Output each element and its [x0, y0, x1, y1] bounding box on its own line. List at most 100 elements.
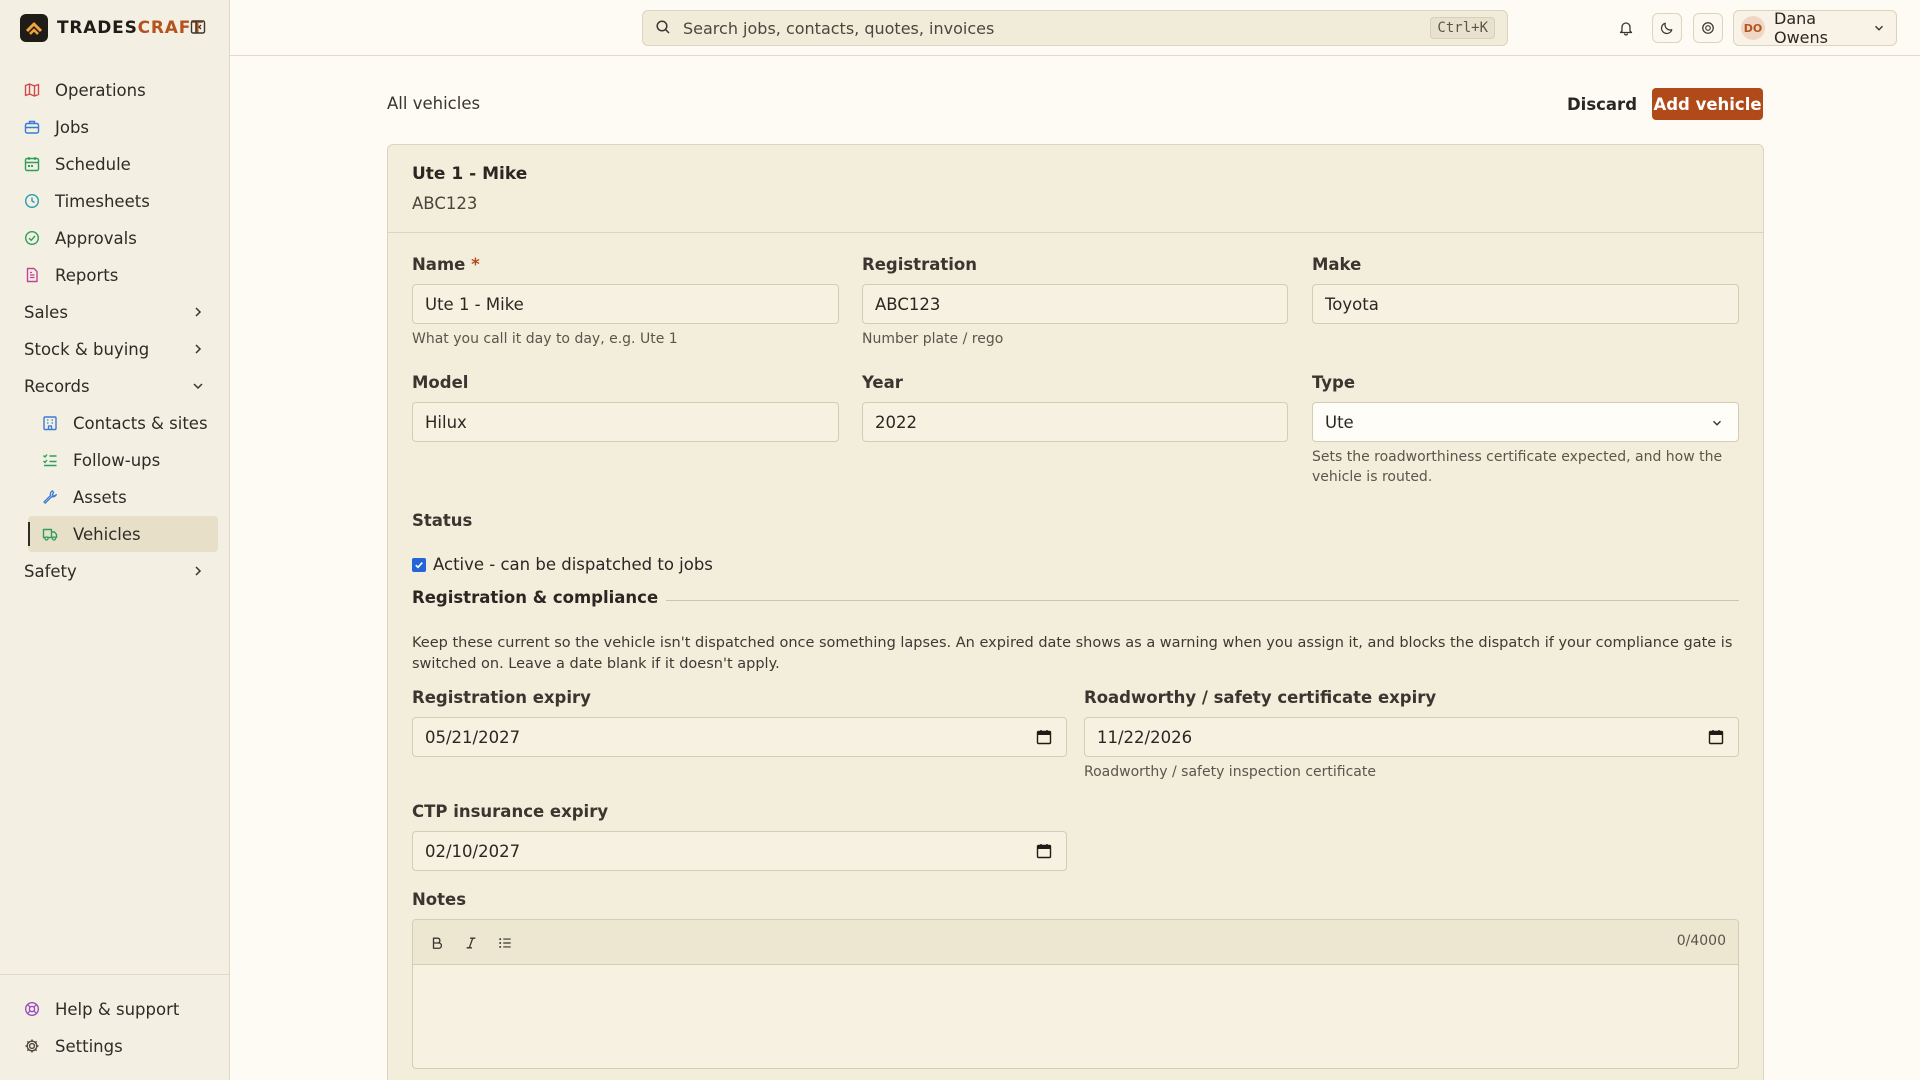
compliance-section-title: Registration & compliance [412, 588, 667, 607]
sidebar-group-records[interactable]: Records [12, 368, 218, 404]
card-header: Ute 1 - Mike ABC123 [388, 145, 1763, 233]
vehicle-subtitle: ABC123 [412, 194, 478, 213]
help-support-link[interactable]: Help & support [12, 991, 218, 1027]
life-buoy-icon [22, 999, 42, 1019]
search-icon [655, 19, 673, 37]
search-input[interactable] [683, 18, 1431, 38]
type-hint: Sets the roadworthiness certificate expe… [1312, 449, 1723, 485]
notes-char-counter: 0/4000 [1676, 933, 1726, 949]
check-circle-icon [22, 228, 42, 248]
sidebar-item-label: Contacts & sites [73, 413, 208, 433]
ctp-expiry-field[interactable]: 02/10/2027 [412, 831, 1067, 871]
chevron-down-icon [190, 378, 206, 394]
search-shortcut-badge: Ctrl+K [1430, 17, 1495, 39]
ctp-expiry-value: 02/10/2027 [425, 841, 521, 861]
clock-icon [22, 191, 42, 211]
registration-label: Registration [862, 255, 977, 274]
sidebar-item-label: Reports [55, 265, 119, 285]
map-icon [22, 80, 42, 100]
rego-expiry-label: Registration expiry [412, 688, 591, 707]
sidebar-item-timesheets[interactable]: Timesheets [12, 183, 218, 219]
type-select-value: Ute [1325, 412, 1354, 432]
calendar-icon[interactable] [1036, 729, 1054, 747]
list-checks-icon [40, 450, 60, 470]
rego-expiry-value: 05/21/2027 [425, 727, 521, 747]
roadworthy-expiry-hint: Roadworthy / safety inspection certifica… [1084, 764, 1376, 780]
truck-icon [40, 524, 60, 544]
breadcrumb[interactable]: All vehicles [387, 94, 480, 113]
sidebar-group-safety[interactable]: Safety [12, 553, 218, 589]
sidebar-item-vehicles[interactable]: Vehicles [28, 516, 218, 552]
active-checkbox-row[interactable]: Active - can be dispatched to jobs [412, 555, 713, 574]
sidebar-item-contacts-sites[interactable]: Contacts & sites [28, 405, 218, 441]
sidebar-item-label: Approvals [55, 228, 137, 248]
gear-icon [22, 1036, 42, 1056]
file-icon [22, 265, 42, 285]
registration-field[interactable]: ABC123 [862, 284, 1288, 324]
sidebar: TRADESCRAFT Operations Jobs Schedule Tim… [0, 0, 230, 1080]
global-search[interactable]: Ctrl+K [642, 10, 1508, 46]
sidebar-item-follow-ups[interactable]: Follow-ups [28, 442, 218, 478]
status-label: Status [412, 511, 473, 530]
vehicle-title: Ute 1 - Mike [412, 164, 528, 184]
sidebar-group-stock[interactable]: Stock & buying [12, 331, 218, 367]
chevron-right-icon [190, 341, 206, 357]
user-menu[interactable]: DO Dana Owens [1733, 9, 1897, 47]
make-field[interactable]: Toyota [1312, 284, 1739, 324]
name-field[interactable]: Ute 1 - Mike [412, 284, 839, 324]
sidebar-group-label: Safety [24, 561, 77, 581]
sidebar-item-jobs[interactable]: Jobs [12, 109, 218, 145]
italic-icon[interactable] [461, 933, 481, 953]
required-mark: * [471, 255, 480, 274]
bullet-list-icon[interactable] [495, 933, 515, 953]
sidebar-group-label: Stock & buying [24, 339, 150, 359]
discard-button[interactable]: Discard [1562, 90, 1642, 118]
chevron-down-icon [1872, 21, 1886, 35]
theme-toggle-button[interactable] [1652, 13, 1682, 43]
active-checkbox-label: Active - can be dispatched to jobs [433, 555, 713, 574]
add-vehicle-button[interactable]: Add vehicle [1652, 88, 1763, 120]
sidebar-item-label: Schedule [55, 154, 131, 174]
sidebar-item-operations[interactable]: Operations [12, 72, 218, 108]
notes-label: Notes [412, 890, 467, 909]
contrast-toggle-button[interactable] [1693, 13, 1723, 43]
active-checkbox[interactable] [412, 557, 426, 572]
bell-icon [1618, 20, 1634, 36]
model-label: Model [412, 373, 469, 392]
sidebar-item-label: Timesheets [55, 191, 150, 211]
topbar: Ctrl+K DO Dana Owens [230, 0, 1920, 56]
calendar-icon[interactable] [1036, 843, 1054, 861]
sidebar-collapse-icon[interactable] [190, 19, 208, 37]
chevron-down-icon [1710, 416, 1724, 430]
briefcase-icon [22, 117, 42, 137]
year-field[interactable]: 2022 [862, 402, 1288, 442]
sidebar-group-sales[interactable]: Sales [12, 294, 218, 330]
bold-icon[interactable] [427, 933, 447, 953]
building-icon [40, 413, 60, 433]
sidebar-item-label: Follow-ups [73, 450, 161, 470]
user-name: Dana Owens [1774, 9, 1828, 47]
make-label: Make [1312, 255, 1362, 274]
sidebar-item-schedule[interactable]: Schedule [12, 146, 218, 182]
notes-editor[interactable]: 0/4000 [412, 919, 1739, 1069]
sidebar-item-approvals[interactable]: Approvals [12, 220, 218, 256]
contrast-icon [1701, 21, 1715, 35]
sidebar-item-reports[interactable]: Reports [12, 257, 218, 293]
roadworthy-expiry-field[interactable]: 11/22/2026 [1084, 717, 1739, 757]
sidebar-item-assets[interactable]: Assets [28, 479, 218, 515]
sidebar-item-label: Vehicles [73, 524, 141, 544]
sidebar-item-label: Assets [73, 487, 127, 507]
calendar-icon[interactable] [1708, 729, 1726, 747]
model-field[interactable]: Hilux [412, 402, 839, 442]
type-select[interactable]: Ute [1312, 402, 1739, 442]
notifications-button[interactable] [1611, 13, 1641, 43]
rego-expiry-field[interactable]: 05/21/2027 [412, 717, 1067, 757]
sidebar-item-label: Operations [55, 80, 146, 100]
brand-logo[interactable]: TRADESCRAFT [20, 14, 204, 42]
notes-toolbar: 0/4000 [413, 920, 1738, 965]
calendar-icon [22, 154, 42, 174]
type-label: Type [1312, 373, 1356, 392]
year-label: Year [862, 373, 903, 392]
settings-link[interactable]: Settings [12, 1028, 218, 1064]
moon-icon [1660, 21, 1674, 35]
